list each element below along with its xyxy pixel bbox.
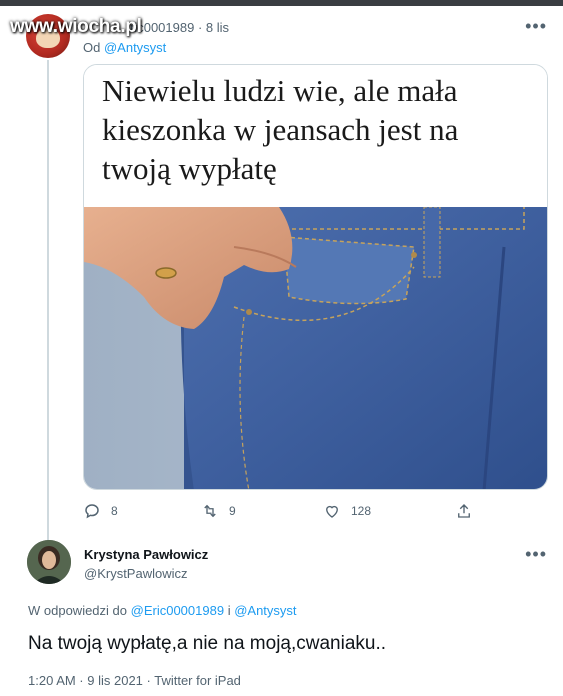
tweet1-reply-context: Od @Antysyst <box>83 40 166 55</box>
tweet1-image[interactable]: Niewielu ludzi wie, ale mała kieszonka w… <box>83 64 548 490</box>
image-caption: Niewielu ludzi wie, ale mała kieszonka w… <box>84 65 547 207</box>
replying-joiner: i <box>227 603 231 618</box>
caption-line-1: Niewielu ludzi wie, ale mała <box>102 73 458 108</box>
tweet2-timestamp[interactable]: 1:20 AM · 9 lis 2021 · Twitter for iPad <box>28 673 241 688</box>
caption-line-3: twoją wypłatę <box>102 151 277 186</box>
meta-separator: · <box>197 20 203 35</box>
replying-to-context: W odpowiedzi do @Eric00001989 i @Antysys… <box>28 603 297 618</box>
caption-line-2: kieszonka w jeansach jest na <box>102 112 459 147</box>
jeans-photo <box>84 207 547 489</box>
more-dots-icon[interactable]: ••• <box>525 16 547 37</box>
replying-user-link[interactable]: @Eric00001989 <box>131 603 224 618</box>
watermark: www.wiocha.pl <box>10 16 142 37</box>
share-action[interactable] <box>455 502 473 520</box>
replying-prefix: W odpowiedzi do <box>28 603 127 618</box>
heart-icon <box>326 505 338 518</box>
reply-count: 8 <box>111 504 118 518</box>
tweet1-meta: ric0001989 · 8 lis <box>130 20 229 35</box>
replying-user-link[interactable]: @Antysyst <box>234 603 296 618</box>
share-icon <box>458 504 470 518</box>
tweet2-text: Na twoją wypłatę,a nie na moją,cwaniaku.… <box>28 633 387 654</box>
retweet-count: 9 <box>229 504 236 518</box>
tweet1-action-bar: 8 9 128 <box>83 502 503 524</box>
reply-action[interactable]: 8 <box>83 502 118 520</box>
tweet-thread-card: www.wiocha.pl ric0001989 · 8 lis Od @Ant… <box>0 6 563 696</box>
thread-connector-line <box>47 60 49 544</box>
tweet2-display-name[interactable]: Krystyna Pawłowicz <box>84 547 208 562</box>
tweet1-date[interactable]: 8 lis <box>206 20 229 35</box>
tweet2-avatar[interactable] <box>27 540 71 584</box>
retweet-icon <box>204 504 216 518</box>
reply-icon <box>85 504 99 519</box>
more-dots-icon[interactable]: ••• <box>525 544 547 565</box>
like-action[interactable]: 128 <box>323 502 371 520</box>
tweet2-handle[interactable]: @KrystPawlowicz <box>84 566 188 581</box>
like-count: 128 <box>351 504 372 518</box>
retweet-action[interactable]: 9 <box>201 502 236 520</box>
reply-to-link[interactable]: @Antysyst <box>104 40 166 55</box>
reply-prefix: Od <box>83 40 101 55</box>
